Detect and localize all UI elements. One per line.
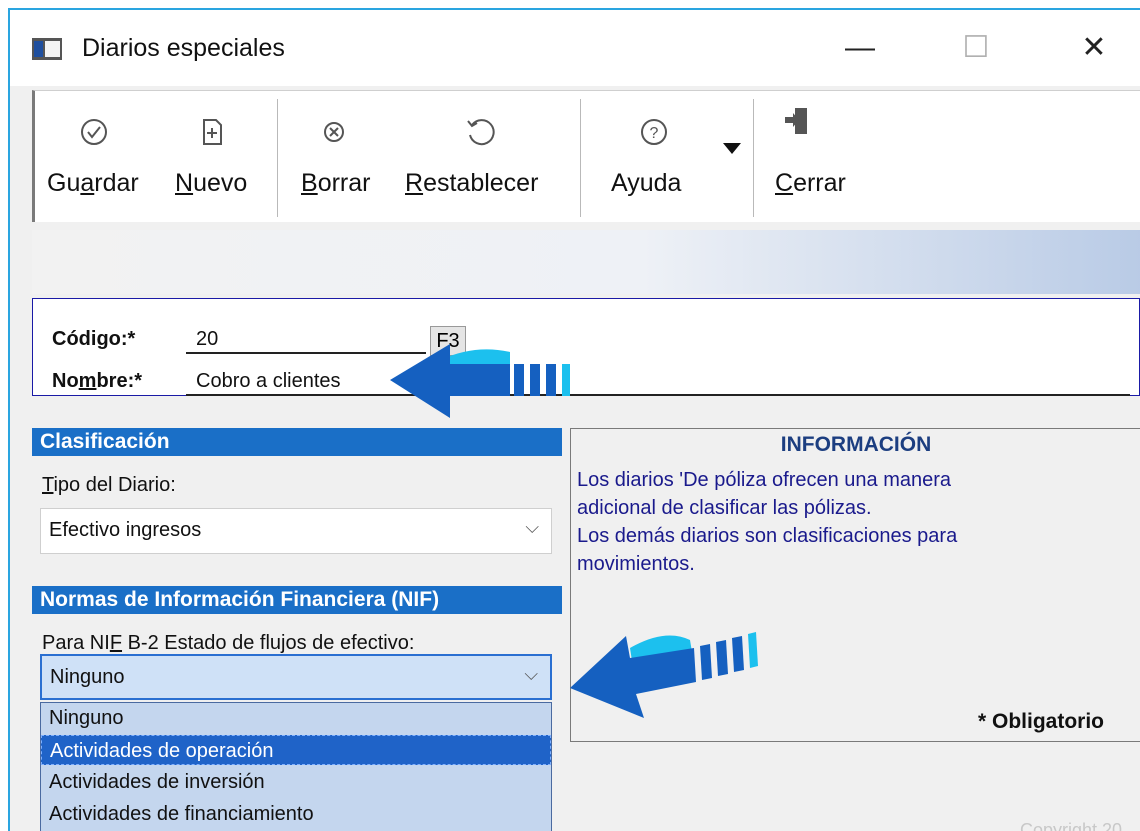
- info-line: adicional de clasificar las pólizas.: [577, 497, 872, 519]
- codigo-input[interactable]: 20: [196, 328, 218, 351]
- help-circle-icon: ?: [641, 119, 667, 145]
- delete-button[interactable]: Borrar: [287, 91, 395, 221]
- toolbar-separator: [277, 99, 278, 217]
- nombre-input[interactable]: Cobro a clientes: [196, 370, 341, 393]
- annotation-arrow-icon: [570, 632, 758, 718]
- nif-dropdown-list: Ninguno Actividades de operación Activid…: [40, 702, 552, 831]
- cancel-circle-icon: [324, 122, 344, 142]
- title-bar: Diarios especiales — ☐ ✕: [10, 10, 1140, 86]
- nif-value: Ninguno: [50, 666, 125, 688]
- tipo-diario-label: Tipo del Diario:: [42, 474, 176, 496]
- copyright-text: Copyright 20: [1020, 820, 1123, 831]
- nif-label: Para NIF B-2 Estado de flujos de efectiv…: [42, 632, 415, 654]
- nombre-underline: [186, 394, 1130, 396]
- save-label: Guardar: [47, 169, 139, 197]
- check-circle-icon: [81, 119, 107, 145]
- required-note: * Obligatorio: [978, 710, 1104, 733]
- window-title: Diarios especiales: [82, 34, 285, 62]
- header-gradient-bar: [32, 230, 1140, 294]
- svg-text:?: ?: [650, 125, 659, 142]
- close-form-button[interactable]: Cerrar: [765, 91, 865, 221]
- nif-header: Normas de Información Financiera (NIF): [32, 586, 562, 614]
- minimize-button[interactable]: —: [830, 28, 890, 68]
- delete-label: Borrar: [301, 169, 371, 197]
- info-line: movimientos.: [577, 553, 695, 575]
- close-button[interactable]: ✕: [1064, 28, 1124, 68]
- info-title: INFORMACIÓN: [780, 433, 932, 456]
- chevron-down-icon: ⌵: [525, 517, 539, 537]
- annotation-arrow-icon: [390, 344, 570, 418]
- new-button[interactable]: Nuevo: [165, 91, 265, 221]
- dropdown-option[interactable]: Ninguno: [41, 703, 551, 733]
- help-button[interactable]: ? Ayuda: [591, 91, 751, 221]
- dropdown-option[interactable]: Actividades de inversión: [41, 767, 551, 797]
- new-document-icon: [203, 119, 222, 145]
- app-icon: [32, 38, 62, 60]
- chevron-down-icon: ⌵: [524, 664, 538, 684]
- tipo-diario-value: Efectivo ingresos: [49, 519, 202, 541]
- tipo-diario-select[interactable]: Efectivo ingresos ⌵: [40, 508, 552, 554]
- maximize-button[interactable]: ☐: [946, 28, 1006, 68]
- dropdown-option-highlighted[interactable]: Actividades de operación: [41, 735, 551, 765]
- info-line: Los demás diarios son clasificaciones pa…: [577, 525, 958, 547]
- new-label: Nuevo: [175, 169, 248, 197]
- exit-door-icon: [785, 108, 807, 134]
- nif-select[interactable]: Ninguno ⌵: [40, 654, 552, 700]
- undo-icon: [467, 119, 495, 146]
- toolbar-separator: [753, 99, 754, 217]
- dropdown-option[interactable]: Actividades de financiamiento: [41, 799, 551, 829]
- clasificacion-header: Clasificación: [32, 428, 562, 456]
- close-form-label: Cerrar: [775, 169, 846, 197]
- codigo-label: Código:*: [52, 328, 136, 350]
- save-button[interactable]: Guardar: [35, 91, 155, 221]
- reset-label: Restablecer: [405, 169, 539, 197]
- reset-button[interactable]: Restablecer: [401, 91, 571, 221]
- info-line: Los diarios 'De póliza ofrecen una maner…: [577, 469, 952, 491]
- toolbar: Guardar Nuevo Borrar Restablecer ? Ayuda…: [32, 90, 1140, 222]
- nombre-label: Nombre:*: [52, 370, 143, 392]
- toolbar-separator: [580, 99, 581, 217]
- dropdown-arrow-icon[interactable]: [723, 143, 741, 155]
- help-label: Ayuda: [611, 169, 682, 197]
